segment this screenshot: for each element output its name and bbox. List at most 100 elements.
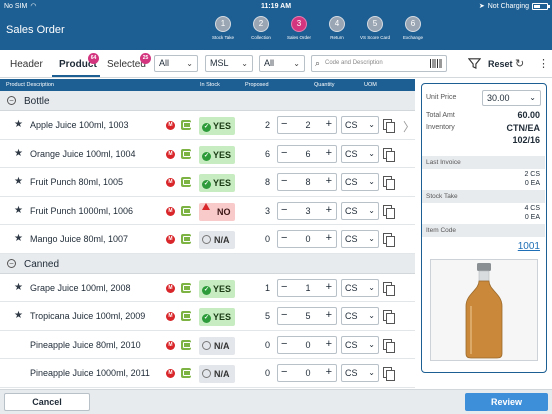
promotion-icon[interactable] <box>181 234 191 244</box>
copy-icon[interactable] <box>383 233 395 247</box>
collapse-icon[interactable]: − <box>7 96 16 105</box>
uom-dropdown[interactable]: CS ⌄ <box>341 278 379 297</box>
decrement-button[interactable]: − <box>281 309 287 321</box>
quantity-value[interactable]: 6 <box>298 149 318 159</box>
quantity-stepper[interactable]: − 2 + <box>277 116 337 134</box>
quantity-stepper[interactable]: − 5 + <box>277 307 337 325</box>
in-stock-toggle[interactable]: YES <box>199 117 235 135</box>
quantity-value[interactable]: 0 <box>298 340 318 350</box>
increment-button[interactable]: + <box>326 175 332 187</box>
increment-button[interactable]: + <box>326 281 332 293</box>
product-row[interactable]: ★Fruit Punch 1000ml, 1006MNO3−3+CS⌄ <box>0 197 415 225</box>
item-code-link[interactable]: 1001 <box>518 241 540 252</box>
copy-icon[interactable] <box>383 119 395 133</box>
in-stock-toggle[interactable]: N/A <box>199 231 235 249</box>
product-row[interactable]: ★Grape Juice 100ml, 2008MYES1−1+CS⌄ <box>0 274 415 302</box>
cancel-button[interactable]: Cancel <box>4 393 90 411</box>
promotion-icon[interactable] <box>181 205 191 216</box>
increment-button[interactable]: + <box>326 366 332 378</box>
quantity-stepper[interactable]: − 8 + <box>277 173 337 191</box>
promotion-icon[interactable] <box>181 339 191 350</box>
barcode-scan-icon[interactable] <box>430 59 442 68</box>
uom-dropdown[interactable]: CS ⌄ <box>341 116 379 134</box>
quantity-value[interactable]: 8 <box>298 177 318 187</box>
decrement-button[interactable]: − <box>281 281 287 293</box>
search-input[interactable]: ⌕ Code and Description <box>311 55 447 72</box>
workflow-step[interactable]: 5 VS Score Card <box>356 16 394 40</box>
workflow-step[interactable]: 1 Stock Take <box>204 16 242 40</box>
star-icon[interactable]: ★ <box>14 205 23 216</box>
review-button[interactable]: Review <box>465 393 548 411</box>
in-stock-toggle[interactable]: YES <box>199 174 235 192</box>
increment-button[interactable]: + <box>326 118 332 130</box>
workflow-step[interactable]: 6 Exchange <box>394 16 432 40</box>
in-stock-toggle[interactable]: YES <box>199 308 235 326</box>
filter-funnel-icon[interactable] <box>468 57 481 70</box>
decrement-button[interactable]: − <box>281 338 287 350</box>
product-row[interactable]: Pineapple Juice 80ml, 2010 M N/A 0−0 + CS ⌄ <box>0 331 415 359</box>
copy-icon[interactable] <box>383 281 395 296</box>
quantity-value[interactable]: 0 <box>298 234 318 244</box>
promotion-icon[interactable] <box>181 120 191 130</box>
in-stock-toggle[interactable]: N/A <box>199 336 235 355</box>
quantity-stepper[interactable]: − 0 + <box>277 364 337 382</box>
star-icon[interactable]: ★ <box>14 148 23 159</box>
in-stock-toggle[interactable]: YES <box>199 279 235 298</box>
uom-dropdown[interactable]: CS ⌄ <box>341 144 379 163</box>
in-stock-toggle[interactable]: YES <box>199 145 235 164</box>
product-row[interactable]: ★ Tropicana Juice 100ml, 2009 M YES 5 − 5 + CS ⌄ <box>0 302 415 331</box>
promotion-icon[interactable] <box>181 282 191 293</box>
increment-button[interactable]: + <box>326 309 332 321</box>
decrement-button[interactable]: − <box>281 147 287 159</box>
product-row[interactable]: ★ Apple Juice 100ml, 1003 M YES 2 − 2 + CS ⌄ 〉 <box>0 111 415 140</box>
decrement-button[interactable]: − <box>281 232 287 244</box>
increment-button[interactable]: + <box>326 338 332 350</box>
uom-dropdown[interactable]: CS ⌄ <box>341 173 379 191</box>
increment-button[interactable]: + <box>326 147 332 159</box>
promotion-icon[interactable] <box>181 177 191 187</box>
uom-dropdown[interactable]: CS ⌄ <box>341 201 379 220</box>
product-row[interactable]: ★ Fruit Punch 80ml, 1005 M YES 8 − 8 + CS ⌄ <box>0 168 415 197</box>
category-filter-dropdown[interactable]: All ⌄ <box>154 55 198 72</box>
star-icon[interactable]: ★ <box>14 282 23 293</box>
promotion-icon[interactable] <box>181 148 191 159</box>
uom-dropdown[interactable]: CS ⌄ <box>341 307 379 325</box>
in-stock-toggle[interactable]: N/A <box>199 365 235 383</box>
quantity-value[interactable]: 3 <box>298 206 318 216</box>
collapse-icon[interactable]: − <box>7 258 16 268</box>
copy-icon[interactable] <box>383 147 395 162</box>
copy-icon[interactable] <box>383 338 395 353</box>
unit-price-dropdown[interactable]: 30.00 ⌄ <box>482 90 541 106</box>
quantity-stepper[interactable]: − 0 + <box>277 230 337 248</box>
refresh-icon[interactable]: ↻ <box>515 57 524 70</box>
copy-icon[interactable] <box>383 176 395 190</box>
decrement-button[interactable]: − <box>281 204 287 216</box>
status-filter-dropdown[interactable]: All ⌄ <box>259 55 305 72</box>
promotion-icon[interactable] <box>181 311 191 321</box>
decrement-button[interactable]: − <box>281 118 287 130</box>
in-stock-toggle[interactable]: NO <box>199 202 235 221</box>
quantity-value[interactable]: 2 <box>298 120 318 130</box>
star-icon[interactable]: ★ <box>14 176 23 187</box>
quantity-value[interactable]: 5 <box>298 311 318 321</box>
workflow-step[interactable]: 3 Sales Order <box>280 16 318 40</box>
product-list[interactable]: −Bottle★Apple Juice 100ml, 1003MYES2−2+C… <box>0 91 415 389</box>
product-row[interactable]: ★Orange Juice 100ml, 1004MYES6−6+CS⌄ <box>0 140 415 168</box>
quantity-stepper[interactable]: − 6 + <box>277 144 337 163</box>
quantity-stepper[interactable]: − 1 + <box>277 278 337 297</box>
copy-icon[interactable] <box>383 367 395 381</box>
decrement-button[interactable]: − <box>281 366 287 378</box>
product-row[interactable]: ★ Mango Juice 80ml, 1007 M N/A 0 − 0 + CS ⌄ <box>0 225 415 254</box>
uom-dropdown[interactable]: CS ⌄ <box>341 335 379 354</box>
promotion-icon[interactable] <box>181 368 191 378</box>
more-options-icon[interactable]: ⋮ <box>538 57 549 70</box>
copy-icon[interactable] <box>383 204 395 219</box>
workflow-step[interactable]: 2 Collection <box>242 16 280 40</box>
quantity-stepper[interactable]: − 3 + <box>277 201 337 220</box>
chevron-right-icon[interactable]: 〉 <box>403 118 415 135</box>
group-header[interactable]: − Canned <box>0 253 415 274</box>
increment-button[interactable]: + <box>326 232 332 244</box>
increment-button[interactable]: + <box>326 204 332 216</box>
decrement-button[interactable]: − <box>281 175 287 187</box>
uom-dropdown[interactable]: CS ⌄ <box>341 364 379 382</box>
